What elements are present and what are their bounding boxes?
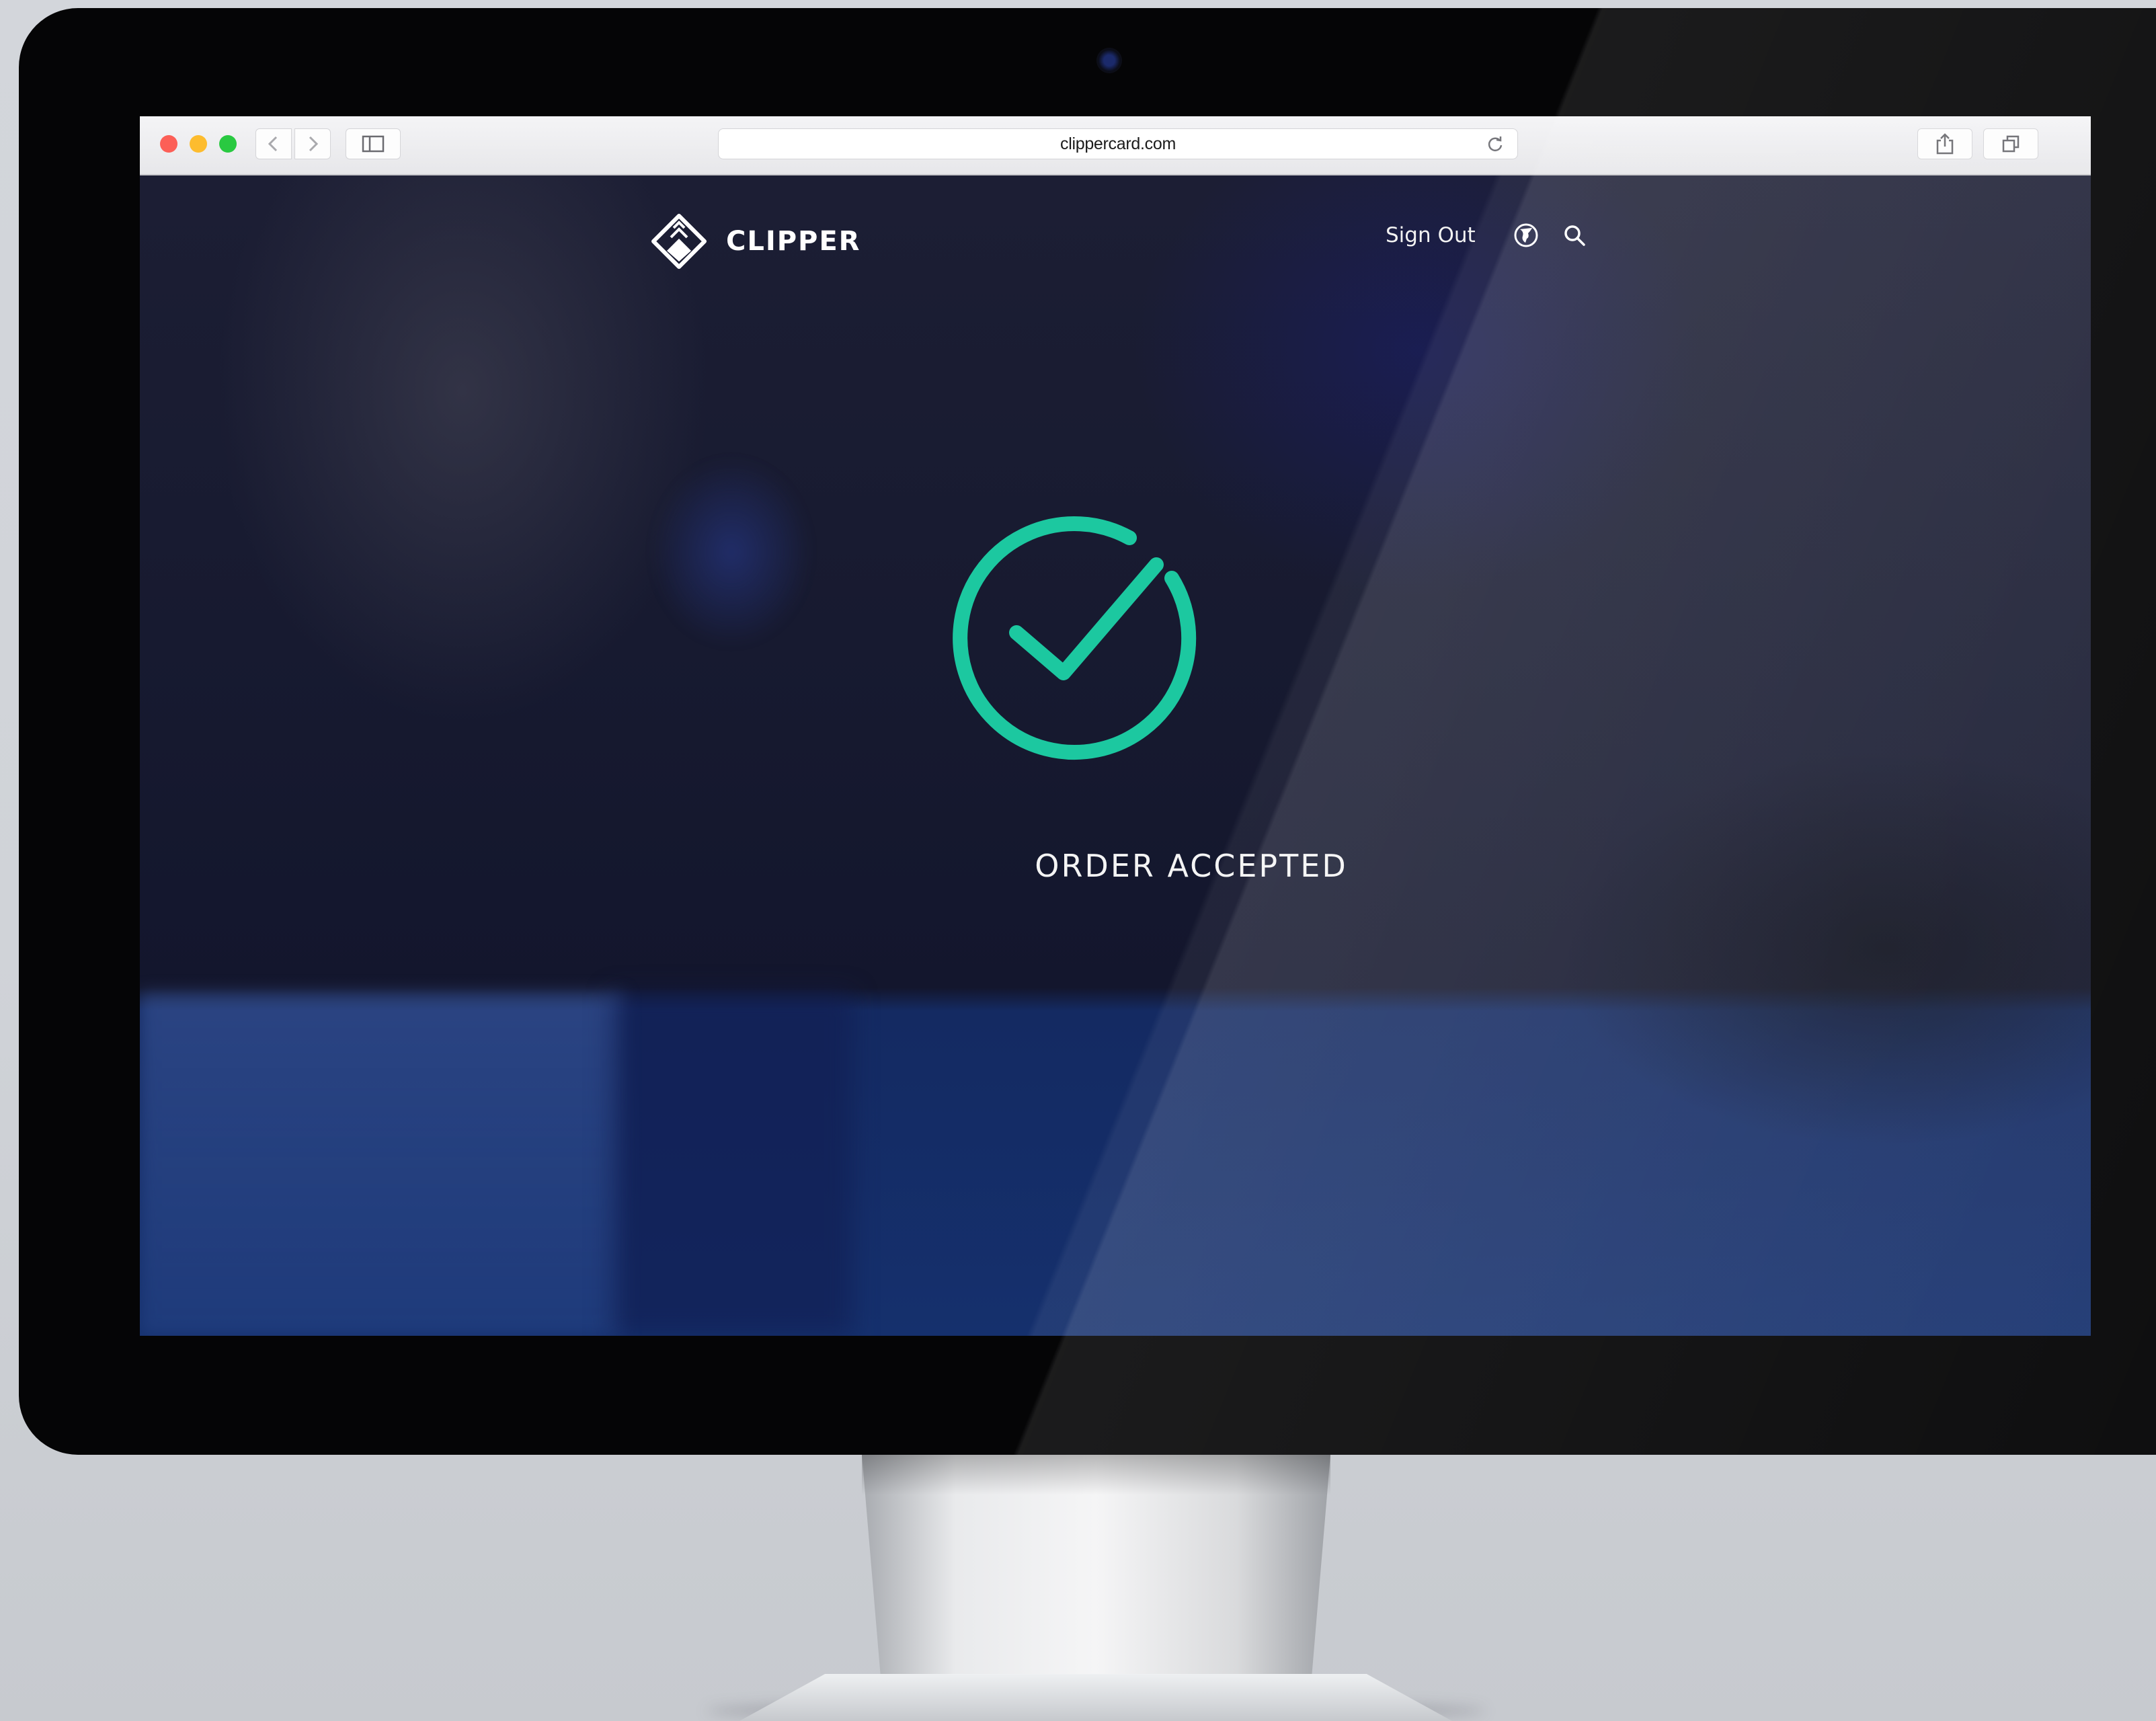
tabs-overview-button[interactable] — [1983, 128, 2038, 159]
monitor: clippercard.com CLIPPER Sign Out ORDER A… — [19, 8, 2156, 1455]
sidebar-icon — [362, 135, 385, 153]
sidebar-button[interactable] — [346, 128, 401, 159]
web-page: CLIPPER Sign Out ORDER ACCEPTED — [140, 175, 2091, 1336]
clipper-logo[interactable]: CLIPPER — [645, 208, 861, 275]
url-text: clippercard.com — [1060, 134, 1176, 153]
monitor-stand-base — [740, 1674, 1452, 1721]
address-bar[interactable]: clippercard.com — [718, 128, 1518, 159]
forward-button[interactable] — [294, 128, 331, 159]
header-nav: Sign Out — [1386, 223, 1587, 248]
reload-icon[interactable] — [1485, 134, 1505, 155]
search-icon[interactable] — [1562, 223, 1587, 248]
tabs-icon — [2002, 135, 2020, 153]
check-circle-icon — [953, 516, 1197, 760]
sign-out-link[interactable]: Sign Out — [1386, 223, 1476, 247]
background-blur-shape — [610, 992, 852, 1336]
close-window-button[interactable] — [160, 135, 177, 153]
stand-shadow — [862, 1455, 1330, 1495]
brand-name: CLIPPER — [726, 226, 861, 257]
order-status-message: ORDER ACCEPTED — [1035, 848, 1348, 884]
zoom-window-button[interactable] — [219, 135, 237, 153]
background-blur-shape — [140, 992, 624, 1336]
back-button[interactable] — [255, 128, 292, 159]
globe-icon[interactable] — [1513, 223, 1539, 248]
share-icon — [1936, 133, 1954, 155]
browser-toolbar: clippercard.com — [140, 116, 2091, 175]
site-header: CLIPPER Sign Out — [140, 175, 2091, 276]
share-button[interactable] — [1917, 128, 1972, 159]
background-blur-shape — [610, 256, 852, 996]
clipper-logo-icon — [651, 214, 707, 269]
webcam — [1096, 48, 1122, 73]
back-icon — [268, 136, 278, 152]
browser-window: clippercard.com CLIPPER Sign Out ORDER A… — [140, 116, 2091, 1336]
forward-icon — [309, 136, 319, 152]
minimize-window-button[interactable] — [190, 135, 207, 153]
